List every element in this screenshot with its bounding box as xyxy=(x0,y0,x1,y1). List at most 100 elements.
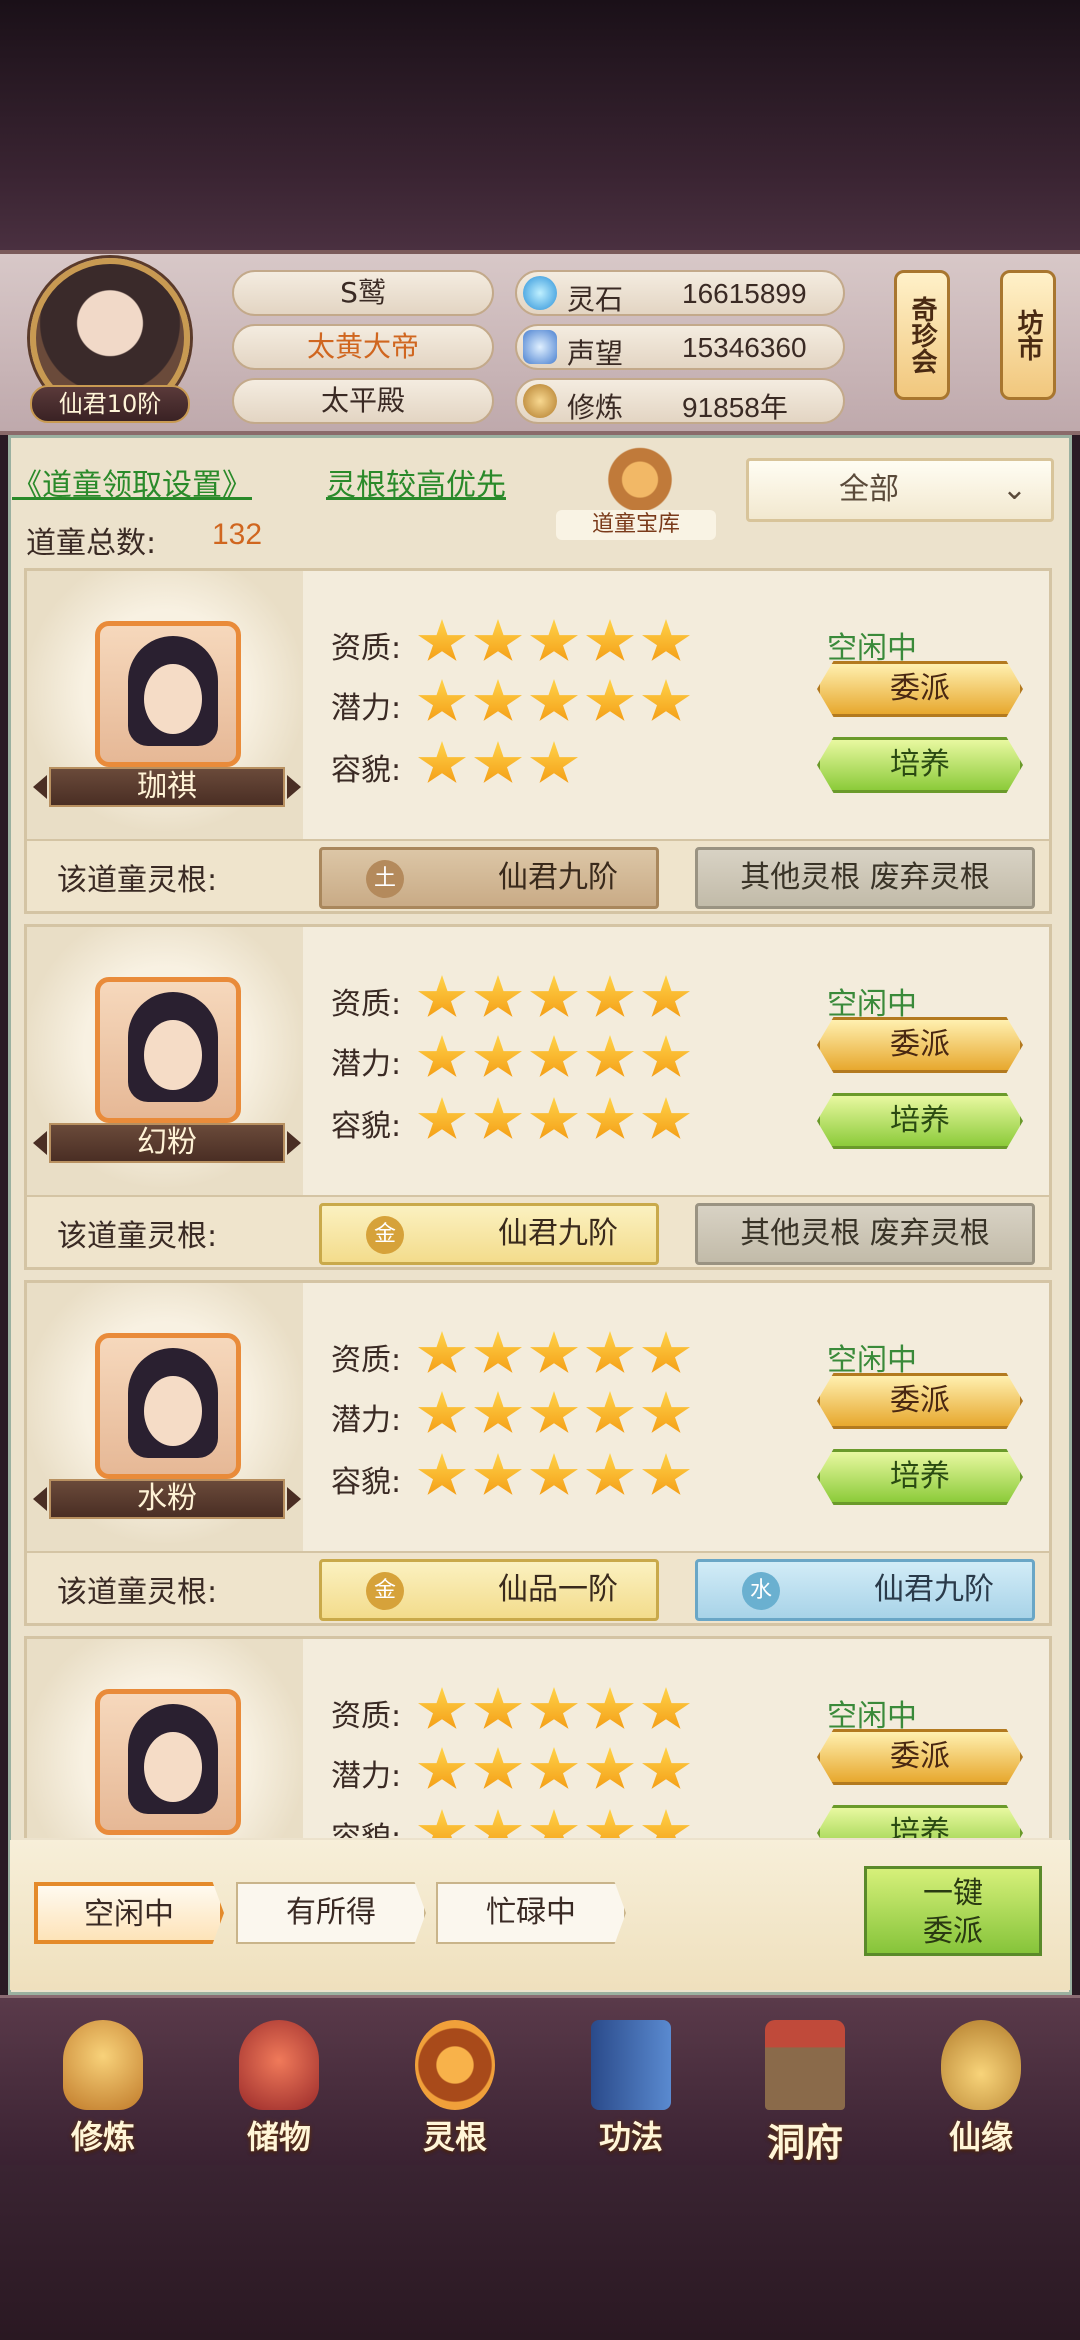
disciple-card: 幻粉 资质: 潜力: 容貌: 空闲中 委派 培养 该道童灵根: 金 仙君九阶 其… xyxy=(24,924,1052,1270)
star-icon xyxy=(530,741,578,783)
star-icon xyxy=(530,975,578,1017)
top-backdrop xyxy=(0,0,1080,250)
star-icon xyxy=(474,1809,522,1838)
water-element-icon: 水 xyxy=(742,1572,780,1610)
assign-button[interactable]: 委派 xyxy=(817,1373,1023,1429)
star-icon xyxy=(530,1331,578,1373)
metal-element-icon: 金 xyxy=(366,1572,404,1610)
star-icon xyxy=(418,619,466,661)
star-icon xyxy=(586,679,634,721)
disciple-card: 水粉 资质: 潜力: 容貌: 空闲中 委派 培养 该道童灵根: 金 仙品一阶 水… xyxy=(24,1280,1052,1626)
star-icon xyxy=(586,1391,634,1433)
tab-idle[interactable]: 空闲中 xyxy=(34,1882,224,1944)
nav-immortal-fate[interactable]: 仙缘 xyxy=(916,2020,1046,2160)
aptitude-stars xyxy=(417,1331,697,1377)
star-icon xyxy=(474,1453,522,1495)
potential-stars xyxy=(417,679,697,725)
star-icon xyxy=(642,619,690,661)
potential-label: 潜力: xyxy=(331,691,402,726)
train-button[interactable]: 培养 xyxy=(817,1805,1023,1838)
star-icon xyxy=(530,1035,578,1077)
star-icon xyxy=(474,619,522,661)
scripture-book-icon xyxy=(591,2020,671,2110)
star-icon xyxy=(530,1453,578,1495)
status-text: 空闲中 xyxy=(827,1343,917,1378)
potential-stars xyxy=(417,1747,697,1793)
earth-element-icon: 土 xyxy=(366,860,404,898)
spirit-root-secondary: 其他灵根 废弃灵根 xyxy=(695,1203,1035,1265)
star-icon xyxy=(418,1747,466,1789)
resource-prestige: 声望 15346360 xyxy=(515,324,845,370)
disciple-card: 资质: 潜力: 容貌: 空闲中 委派 培养 xyxy=(24,1636,1052,1838)
star-icon xyxy=(474,1687,522,1729)
disciple-list[interactable]: 珈祺 资质: 潜力: 容貌: 空闲中 委派 培养 该道童灵根: 土 仙君九阶 其… xyxy=(24,568,1056,1838)
disciple-name: 珈祺 xyxy=(33,767,301,807)
star-icon xyxy=(642,1687,690,1729)
star-icon xyxy=(642,1035,690,1077)
filter-dropdown[interactable]: 全部 ⌄ xyxy=(746,458,1054,522)
assign-button[interactable]: 委派 xyxy=(817,1017,1023,1073)
looks-label: 容貌: xyxy=(331,753,402,788)
nav-techniques[interactable]: 功法 xyxy=(566,2020,696,2160)
player-name: S鹫 xyxy=(232,270,494,316)
player-sect: 太平殿 xyxy=(232,378,494,424)
nav-spirit-root[interactable]: 灵根 xyxy=(390,2020,520,2160)
train-button[interactable]: 培养 xyxy=(817,737,1023,793)
star-icon xyxy=(586,1687,634,1729)
star-icon xyxy=(418,1035,466,1077)
star-icon xyxy=(418,1687,466,1729)
spirit-root-secondary: 水 仙君九阶 xyxy=(695,1559,1035,1621)
star-icon xyxy=(474,1331,522,1373)
looks-stars xyxy=(417,741,585,787)
tab-busy[interactable]: 忙碌中 xyxy=(436,1882,626,1944)
star-icon xyxy=(586,619,634,661)
status-text: 空闲中 xyxy=(827,631,917,666)
star-icon xyxy=(586,1453,634,1495)
pagoda-icon[interactable] xyxy=(592,440,688,512)
settings-link[interactable]: 《道童领取设置》 xyxy=(12,460,252,504)
star-icon xyxy=(642,1097,690,1139)
aptitude-label: 资质: xyxy=(331,987,402,1022)
spirit-root-label: 该道童灵根: xyxy=(57,1575,218,1610)
star-icon xyxy=(474,741,522,783)
spirit-root-icon xyxy=(415,2020,495,2110)
nav-cultivation[interactable]: 修炼 xyxy=(38,2020,168,2160)
player-title: 太黄大帝 xyxy=(232,324,494,370)
assign-button[interactable]: 委派 xyxy=(817,1729,1023,1785)
star-icon xyxy=(642,679,690,721)
nav-cave-palace[interactable]: 洞府 xyxy=(740,2020,870,2165)
spirit-root-label: 该道童灵根: xyxy=(57,863,218,898)
potential-label: 潜力: xyxy=(331,1759,402,1794)
aptitude-stars xyxy=(417,619,697,665)
treasure-fair-button[interactable]: 奇珍会 xyxy=(894,270,950,400)
star-icon xyxy=(642,975,690,1017)
disciple-portrait[interactable] xyxy=(95,621,241,767)
priority-link[interactable]: 灵根较高优先 xyxy=(326,460,506,504)
star-icon xyxy=(586,975,634,1017)
vault-label[interactable]: 道童宝库 xyxy=(556,510,716,540)
disciple-portrait[interactable] xyxy=(95,977,241,1123)
disciple-portrait[interactable] xyxy=(95,1333,241,1479)
looks-stars xyxy=(417,1453,697,1499)
looks-label: 容貌: xyxy=(331,1465,402,1500)
one-click-assign-button[interactable]: 一键委派 xyxy=(864,1866,1042,1956)
assign-button[interactable]: 委派 xyxy=(817,661,1023,717)
train-button[interactable]: 培养 xyxy=(817,1093,1023,1149)
disciple-card: 珈祺 资质: 潜力: 容貌: 空闲中 委派 培养 该道童灵根: 土 仙君九阶 其… xyxy=(24,568,1052,914)
disciple-portrait[interactable] xyxy=(95,1689,241,1835)
nav-storage[interactable]: 储物 xyxy=(214,2020,344,2160)
looks-label: 容貌: xyxy=(331,1813,401,1838)
tab-rewarded[interactable]: 有所得 xyxy=(236,1882,426,1944)
star-icon xyxy=(642,1809,690,1838)
star-icon xyxy=(530,1747,578,1789)
train-button[interactable]: 培养 xyxy=(817,1449,1023,1505)
star-icon xyxy=(418,1391,466,1433)
bottom-backdrop xyxy=(0,2165,1080,2340)
meditation-icon xyxy=(523,384,557,418)
star-icon xyxy=(474,1747,522,1789)
star-icon xyxy=(642,1747,690,1789)
disciple-name: 幻粉 xyxy=(33,1123,301,1163)
star-icon xyxy=(418,741,466,783)
storage-bag-icon xyxy=(239,2020,319,2110)
market-button[interactable]: 坊市 xyxy=(1000,270,1056,400)
